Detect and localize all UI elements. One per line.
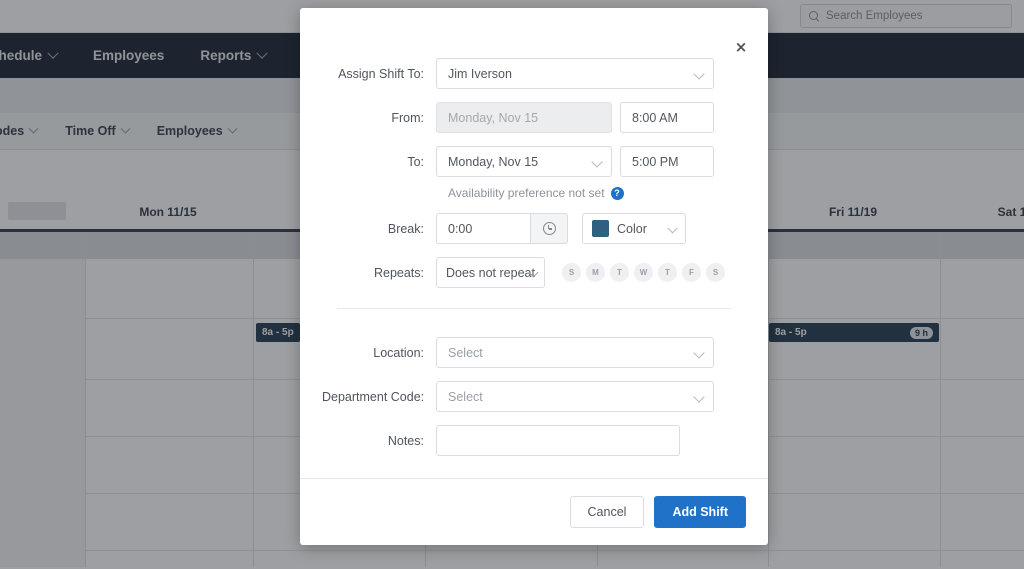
location-value: Select xyxy=(448,345,483,360)
to-date-select[interactable]: Monday, Nov 15 xyxy=(436,146,612,177)
from-time-value: 8:00 AM xyxy=(632,110,678,125)
to-date-value: Monday, Nov 15 xyxy=(448,154,539,169)
chevron-down-icon xyxy=(591,156,603,168)
assign-shift-to-select[interactable]: Jim Iverson xyxy=(436,58,714,89)
break-label: Break: xyxy=(387,221,424,236)
to-time-input[interactable]: 5:00 PM xyxy=(620,146,714,177)
repeat-day-toggle-wed[interactable]: W xyxy=(634,263,653,282)
notes-label: Notes: xyxy=(387,433,424,448)
department-code-select[interactable]: Select xyxy=(436,381,714,412)
notes-input[interactable] xyxy=(436,425,680,456)
repeats-select[interactable]: Does not repeat xyxy=(436,257,545,288)
chevron-down-icon xyxy=(667,223,678,234)
add-shift-button[interactable]: Add Shift xyxy=(654,496,746,528)
break-duration-input[interactable]: 0:00 xyxy=(436,213,530,244)
from-time-input[interactable]: 8:00 AM xyxy=(620,102,714,133)
close-icon[interactable]: × xyxy=(730,36,752,58)
availability-note-text: Availability preference not set xyxy=(448,186,605,200)
cancel-button[interactable]: Cancel xyxy=(569,496,645,528)
add-shift-modal: × Assign Shift To: Jim Iverson From: Mon… xyxy=(300,8,768,545)
field-row-to: To: Monday, Nov 15 5:00 PM xyxy=(322,146,746,177)
chevron-down-icon xyxy=(693,391,705,403)
help-icon[interactable]: ? xyxy=(610,186,624,200)
modal-footer: Cancel Add Shift xyxy=(300,478,768,545)
assign-shift-to-label: Assign Shift To: xyxy=(338,66,424,81)
field-row-assign-shift-to: Assign Shift To: Jim Iverson xyxy=(322,58,746,89)
field-row-repeats: Repeats: Does not repeat S M T W T F S xyxy=(322,257,746,288)
from-date-value: Monday, Nov 15 xyxy=(448,110,539,125)
clock-icon xyxy=(542,222,556,235)
color-select[interactable]: Color xyxy=(582,213,686,244)
field-row-department-code: Department Code: Select xyxy=(322,381,746,412)
department-code-label: Department Code: xyxy=(322,389,425,404)
availability-note: Availability preference not set ? xyxy=(448,186,746,200)
chevron-down-icon xyxy=(693,68,705,80)
to-time-value: 5:00 PM xyxy=(632,154,679,169)
repeat-day-toggle-fri[interactable]: F xyxy=(682,263,701,282)
form-section-divider xyxy=(337,308,731,309)
repeats-value: Does not repeat xyxy=(446,265,535,280)
repeat-day-toggle-sun[interactable]: S xyxy=(562,263,581,282)
field-row-break: Break: 0:00 Color xyxy=(322,213,746,244)
department-code-value: Select xyxy=(448,389,483,404)
field-row-notes: Notes: xyxy=(322,425,746,456)
chevron-down-icon xyxy=(693,347,705,359)
repeat-day-toggle-thu[interactable]: T xyxy=(658,263,677,282)
break-duration-value: 0:00 xyxy=(448,221,473,236)
break-time-picker-button[interactable] xyxy=(530,213,568,244)
repeat-day-toggles: S M T W T F S xyxy=(562,263,725,282)
repeats-label: Repeats: xyxy=(373,265,424,280)
repeat-day-toggle-sat[interactable]: S xyxy=(706,263,725,282)
from-label: From: xyxy=(391,110,424,125)
location-select[interactable]: Select xyxy=(436,337,714,368)
field-row-from: From: Monday, Nov 15 8:00 AM xyxy=(322,102,746,133)
from-date-input: Monday, Nov 15 xyxy=(436,102,612,133)
to-label: To: xyxy=(407,154,424,169)
add-shift-form: Assign Shift To: Jim Iverson From: Monda… xyxy=(300,8,768,478)
location-label: Location: xyxy=(373,345,424,360)
color-select-label: Color xyxy=(617,221,647,236)
repeat-day-toggle-mon[interactable]: M xyxy=(586,263,605,282)
color-swatch-icon xyxy=(592,220,609,237)
assign-shift-to-value: Jim Iverson xyxy=(448,66,512,81)
field-row-location: Location: Select xyxy=(322,337,746,368)
repeat-day-toggle-tue[interactable]: T xyxy=(610,263,629,282)
